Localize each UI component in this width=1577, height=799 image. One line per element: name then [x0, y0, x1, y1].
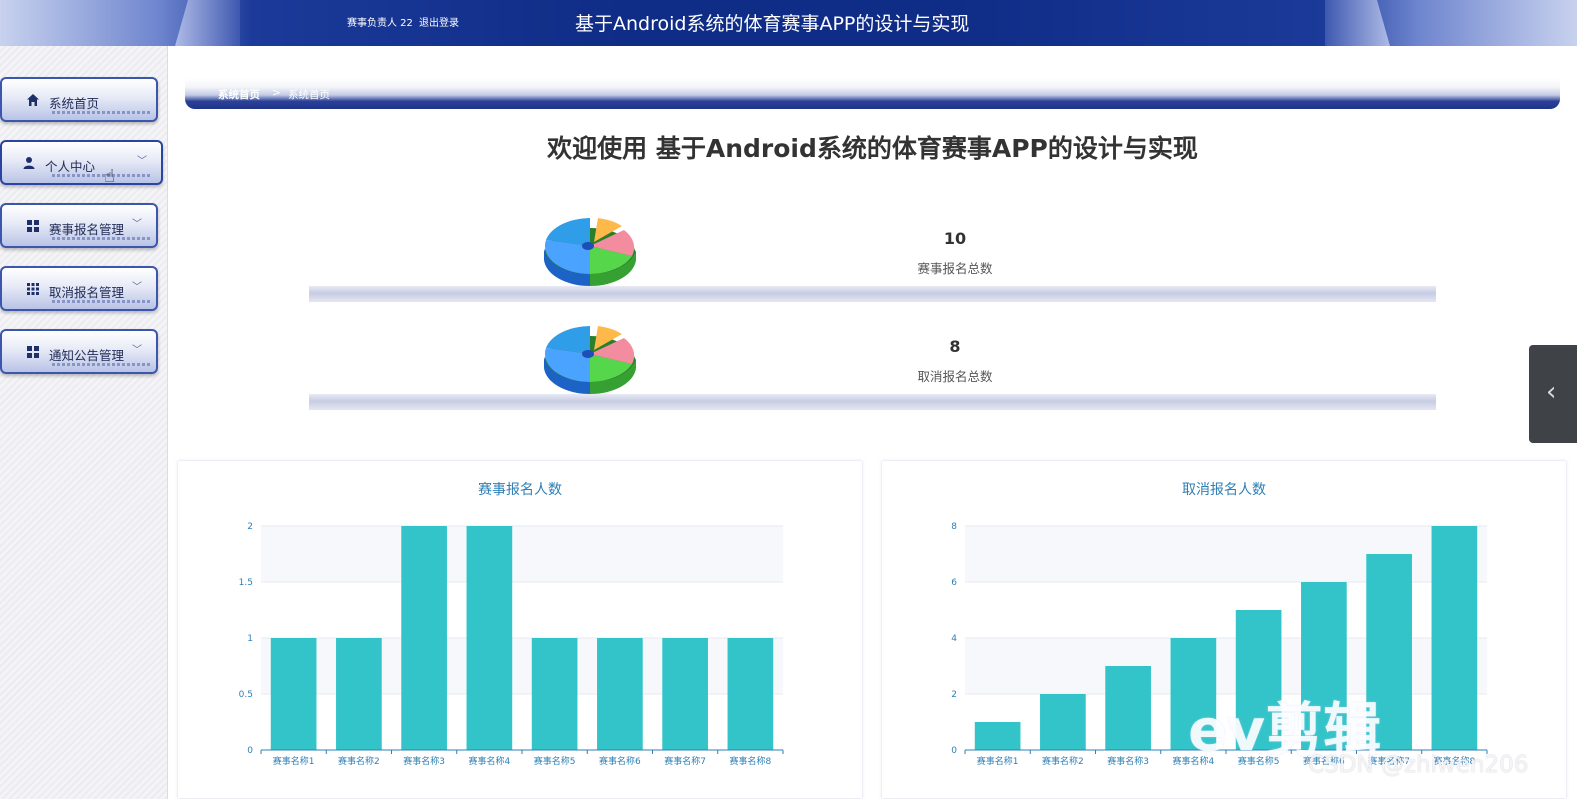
chevron-left-icon: ‹ — [1546, 377, 1557, 407]
x-tick-label: 赛事名称4 — [469, 755, 511, 767]
bar — [1170, 638, 1217, 750]
bar — [1431, 526, 1478, 750]
bar — [270, 638, 317, 750]
bar — [401, 526, 447, 750]
header-right-ornament — [1325, 0, 1390, 46]
x-tick-label: 赛事名称8 — [730, 755, 772, 767]
registration-total-value: 10 — [943, 229, 967, 248]
bar — [597, 638, 643, 750]
y-tick-label: 8 — [951, 522, 957, 532]
sidebar-item-label: 个人中心 — [45, 159, 96, 174]
app-title: 基于Android系统的体育赛事APP的设计与实现 — [575, 13, 970, 35]
sidebar-item-label: 系统首页 — [49, 96, 100, 111]
sidebar-item-label: 通知公告管理 — [49, 348, 125, 363]
sidebar-item-home[interactable]: 系统首页 — [0, 77, 158, 122]
registration-bar-chart: 0 0.5 1 1.5 2 赛事名称1 赛事名称2 赛事名称3 赛事名称4 赛事名称5 赛事名称6 赛… — [239, 522, 784, 767]
bar — [727, 638, 774, 750]
breadcrumb-separator: > — [272, 87, 281, 99]
grid-band — [261, 582, 783, 638]
chevron-down-icon: ﹀ — [132, 345, 142, 356]
x-tick-label: 赛事名称5 — [534, 755, 576, 767]
y-tick-label: 4 — [951, 634, 957, 644]
top-header: 赛事负责人 22 退出登录 基于Android系统的体育赛事APP的设计与实现 — [0, 0, 1577, 46]
y-tick-label: 0 — [951, 746, 957, 756]
breadcrumb-home-link[interactable]: 系统首页 — [218, 87, 260, 102]
chart-card-registration: 赛事报名人数 0 0.5 1 1.5 2 赛事名称1 赛事名称2 赛事名称3 赛事名称4 赛事名称… — [177, 460, 863, 799]
bar — [974, 722, 1021, 750]
chart-card-cancel: 取消报名人数 0 2 4 6 8 赛事名称1 赛事名称2 赛事名称3 赛事名称4 赛事名称5 赛事名… — [881, 460, 1567, 799]
bar — [466, 526, 513, 750]
y-tick-label: 0 — [247, 746, 253, 756]
y-tick-label: 1.5 — [239, 578, 253, 588]
side-panel-toggle[interactable]: ‹ — [1529, 345, 1577, 443]
grid-band — [261, 526, 783, 582]
y-tick-label: 2 — [247, 522, 253, 532]
cancel-total-caption: 取消报名总数 — [917, 369, 993, 384]
sidebar-item-notice-management[interactable]: 通知公告管理 ﹀ — [0, 329, 158, 374]
pie-chart-icon — [544, 326, 636, 395]
mouse-pointer-hand-icon: ☝ — [104, 166, 115, 187]
breadcrumb: 系统首页 > 系统首页 — [185, 78, 1560, 109]
menu-dots-decoration — [52, 363, 152, 366]
y-tick-label: 6 — [951, 578, 957, 588]
x-tick-label: 赛事名称3 — [403, 755, 445, 767]
logout-link[interactable]: 退出登录 — [419, 14, 459, 29]
chevron-down-icon: ﹀ — [137, 156, 147, 167]
sidebar-item-personal-center[interactable]: 个人中心 ﹀ — [0, 140, 163, 185]
y-tick-label: 2 — [951, 690, 957, 700]
sidebar-item-cancel-registration[interactable]: 取消报名管理 ﹀ — [0, 266, 158, 311]
stat-card-underline — [309, 394, 1436, 410]
welcome-heading: 欢迎使用 基于Android系统的体育赛事APP的设计与实现 — [547, 134, 1198, 163]
bar — [1301, 582, 1347, 750]
grid-icon — [26, 345, 40, 359]
bar — [1235, 610, 1282, 750]
registration-total-caption: 赛事报名总数 — [917, 261, 993, 276]
stat-card-cancel-total: 8 取消报名总数 — [309, 324, 1436, 410]
cancel-bar-chart: 0 2 4 6 8 赛事名称1 赛事名称2 赛事名称3 赛事名称4 赛事名称5 赛事名称6 赛事名称7… — [951, 522, 1488, 767]
x-tick-label: 赛事名称3 — [1107, 755, 1149, 767]
sidebar-item-registration-management[interactable]: 赛事报名管理 ﹀ — [0, 203, 158, 248]
sidebar-item-label: 取消报名管理 — [49, 285, 125, 300]
current-user-label: 赛事负责人 22 — [347, 18, 413, 29]
stat-card-registration-total: 10 赛事报名总数 — [309, 216, 1436, 302]
grid-nine-icon — [26, 282, 40, 296]
x-tick-label: 赛事名称5 — [1238, 755, 1280, 767]
header-left-ornament — [175, 0, 240, 46]
menu-dots-decoration — [52, 111, 152, 114]
bar — [1105, 666, 1151, 750]
bar — [662, 638, 708, 750]
chevron-down-icon: ﹀ — [132, 219, 142, 230]
stat-card-underline — [309, 286, 1436, 302]
bar — [531, 638, 578, 750]
x-tick-label: 赛事名称4 — [1173, 755, 1215, 767]
x-tick-label: 赛事名称2 — [338, 755, 380, 767]
chevron-down-icon: ﹀ — [132, 282, 142, 293]
y-tick-label: 0.5 — [239, 690, 253, 700]
x-tick-label: 赛事名称6 — [1303, 755, 1345, 767]
x-tick-label: 赛事名称8 — [1434, 755, 1476, 767]
breadcrumb-current: 系统首页 — [288, 89, 330, 101]
bar — [1040, 694, 1086, 750]
pie-chart-icon — [544, 218, 636, 287]
menu-dots-decoration — [52, 237, 152, 240]
cancel-total-value: 8 — [949, 337, 961, 356]
grid-icon — [26, 219, 40, 233]
bar — [336, 638, 382, 750]
x-tick-label: 赛事名称1 — [273, 755, 315, 767]
x-tick-label: 赛事名称7 — [1368, 755, 1410, 767]
y-tick-label: 1 — [247, 634, 253, 644]
sidebar-item-label: 赛事报名管理 — [49, 222, 125, 237]
x-tick-label: 赛事名称2 — [1042, 755, 1084, 767]
x-tick-label: 赛事名称6 — [599, 755, 641, 767]
bar — [1366, 554, 1412, 750]
x-tick-label: 赛事名称7 — [664, 755, 706, 767]
x-tick-label: 赛事名称1 — [977, 755, 1019, 767]
home-icon — [26, 93, 40, 107]
menu-dots-decoration — [52, 174, 152, 177]
sidebar: 系统首页 个人中心 ﹀ 赛事报名管理 ﹀ 取消报名管理 ﹀ 通知公告管理 ﹀ — [0, 46, 168, 799]
menu-dots-decoration — [52, 300, 152, 303]
user-icon — [22, 156, 36, 170]
